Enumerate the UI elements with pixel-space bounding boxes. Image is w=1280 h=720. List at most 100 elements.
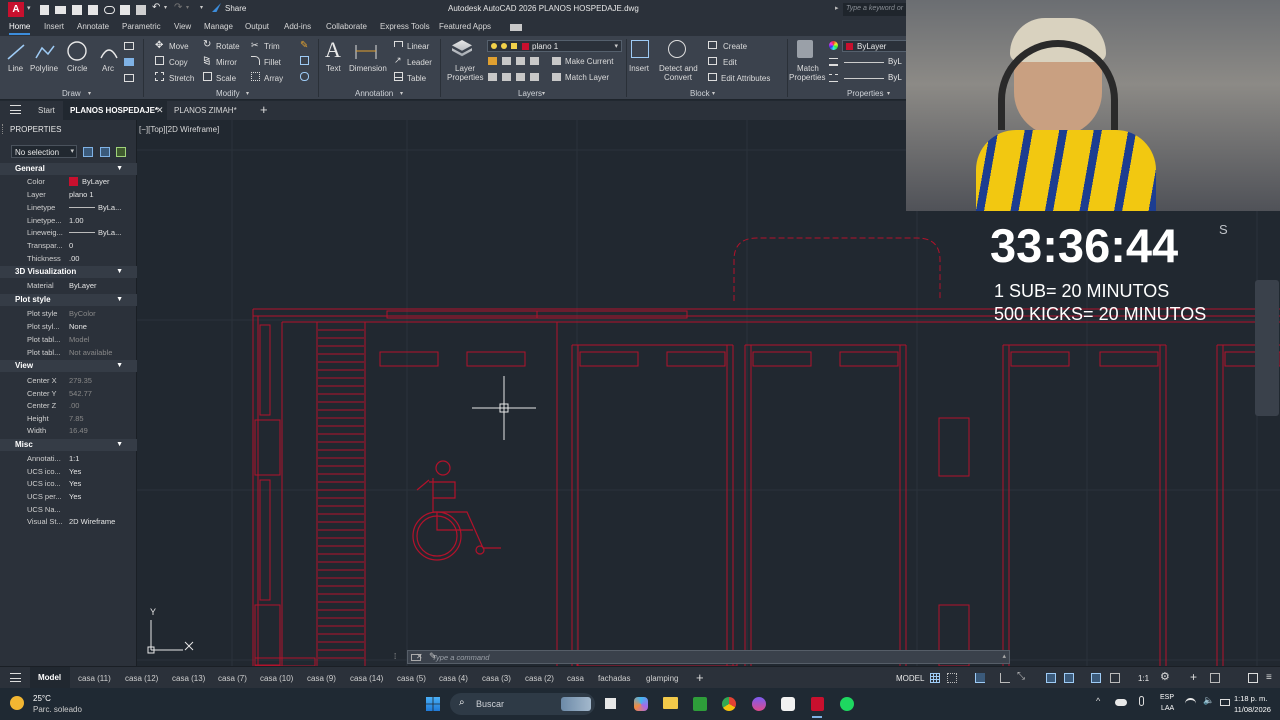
scale-icon[interactable] xyxy=(203,72,212,81)
selection-dropdown[interactable]: No selection ▾ xyxy=(11,145,77,158)
layout-tab-casa-14[interactable]: casa (14) xyxy=(350,674,383,683)
circle-icon[interactable] xyxy=(66,40,88,62)
annotation-autoscale-icon[interactable] xyxy=(1110,673,1120,683)
make-current-icon[interactable] xyxy=(552,57,561,65)
lineweight-dropdown[interactable]: ByL xyxy=(842,56,912,68)
match-layer-icon[interactable] xyxy=(552,73,561,81)
layer-tool-2-icon[interactable] xyxy=(502,57,511,65)
new-layout-plus-icon[interactable]: + xyxy=(696,670,704,685)
match-properties-button[interactable]: Match xyxy=(797,64,819,73)
print-preview-icon[interactable] xyxy=(136,5,146,15)
text-button[interactable]: Text xyxy=(326,64,341,73)
ortho-icon[interactable] xyxy=(1000,673,1010,683)
scale-button[interactable]: Scale xyxy=(216,74,236,83)
palette-grip-icon[interactable] xyxy=(2,124,5,134)
fillet-button[interactable]: Fillet xyxy=(264,58,281,67)
draw-expand-icon[interactable]: ▾ xyxy=(88,90,91,97)
grid-icon[interactable] xyxy=(930,673,940,683)
prop-annotation-scale-value[interactable]: 1:1 xyxy=(69,454,79,463)
polar-tracking-icon[interactable]: ⤡ xyxy=(1017,671,1025,682)
save-as-icon[interactable] xyxy=(88,5,98,15)
layout-tab-casa-5[interactable]: casa (5) xyxy=(397,674,426,683)
linear-icon[interactable] xyxy=(394,41,403,47)
layer-properties-button-line2[interactable]: Properties xyxy=(447,73,483,82)
menu-hamburger-icon[interactable] xyxy=(10,105,21,114)
prop-ucs-icon-on-value[interactable]: Yes xyxy=(69,467,81,476)
layout-tab-casa-12[interactable]: casa (12) xyxy=(125,674,158,683)
prop-linetype-value[interactable]: ByLa... xyxy=(98,203,121,212)
close-tab-icon[interactable]: ✕ xyxy=(156,105,164,116)
prop-color-value[interactable]: ByLayer xyxy=(82,177,110,186)
misc-section-header[interactable]: Misc ▼ xyxy=(0,439,137,451)
new-tab-plus-icon[interactable]: + xyxy=(260,102,268,117)
mirror-icon[interactable]: ⧎ xyxy=(203,55,211,66)
start-tab[interactable]: Start xyxy=(38,106,55,115)
copilot-icon[interactable] xyxy=(634,697,648,711)
model-space-button[interactable]: MODEL xyxy=(896,674,924,683)
properties-ribbon-title[interactable]: Properties xyxy=(847,89,883,98)
windows-start-icon[interactable] xyxy=(426,697,440,711)
array-icon[interactable] xyxy=(251,72,260,81)
fillet-icon[interactable] xyxy=(251,56,260,65)
general-section-header[interactable]: General ▼ xyxy=(0,163,137,175)
linetype-dropdown[interactable]: ByL xyxy=(842,72,912,84)
tray-overflow-icon[interactable]: ^ xyxy=(1096,696,1100,706)
clean-screen-icon[interactable] xyxy=(1248,673,1258,683)
language-indicator[interactable]: ESP xyxy=(1160,694,1174,701)
leader-button[interactable]: Leader xyxy=(407,58,432,67)
toggle-pickadd-icon[interactable] xyxy=(83,147,93,157)
insert-button[interactable]: Insert xyxy=(629,64,649,73)
autocad-logo[interactable]: A xyxy=(8,2,24,17)
dimension-button[interactable]: Dimension xyxy=(349,64,387,73)
copy-button[interactable]: Copy xyxy=(169,58,188,67)
print-icon[interactable] xyxy=(120,5,130,15)
save-icon[interactable] xyxy=(72,5,82,15)
detect-convert-icon[interactable] xyxy=(668,40,686,58)
stretch-icon[interactable] xyxy=(155,72,164,81)
collapse-view-icon[interactable]: ▼ xyxy=(116,360,123,372)
search-input[interactable]: Type a keyword or xyxy=(843,3,913,16)
view-section-header[interactable]: View ▼ xyxy=(0,360,137,372)
draw-panel-title[interactable]: Draw xyxy=(62,89,81,98)
prop-thickness-value[interactable]: .00 xyxy=(69,254,79,263)
command-line[interactable]: ⁞ Type a command ▴ xyxy=(394,650,1010,664)
gradient-icon[interactable] xyxy=(124,74,134,82)
line-button[interactable]: Line xyxy=(8,64,23,73)
customize-qat-icon[interactable]: ▾ xyxy=(200,4,203,11)
ribbon-toggle-icon[interactable] xyxy=(510,24,522,31)
xbox-icon[interactable] xyxy=(693,697,707,711)
layer-tool-5-icon[interactable] xyxy=(488,73,497,81)
arc-icon[interactable] xyxy=(99,42,119,62)
linear-button[interactable]: Linear xyxy=(407,42,429,51)
move-icon[interactable]: ✥ xyxy=(155,40,163,51)
layer-on-icon[interactable] xyxy=(491,43,497,49)
layer-tool-6-icon[interactable] xyxy=(502,73,511,81)
edit-block-icon[interactable] xyxy=(708,57,717,65)
annotation-panel-title[interactable]: Annotation xyxy=(355,89,393,98)
microphone-icon[interactable] xyxy=(1139,696,1144,706)
layout-tab-casa-13[interactable]: casa (13) xyxy=(172,674,205,683)
offset-icon[interactable] xyxy=(300,72,309,81)
navigation-bar[interactable] xyxy=(1255,280,1279,416)
snap-icon[interactable] xyxy=(947,673,957,683)
modify-panel-title[interactable]: Modify xyxy=(216,89,240,98)
capcut-icon[interactable] xyxy=(781,697,795,711)
wifi-icon[interactable] xyxy=(1185,698,1196,706)
table-button[interactable]: Table xyxy=(407,74,426,83)
rotate-icon[interactable]: ↻ xyxy=(203,39,211,50)
isolate-objects-icon[interactable] xyxy=(1210,673,1220,683)
tab-manage[interactable]: Manage xyxy=(204,22,233,31)
layout-tab-casa-10[interactable]: casa (10) xyxy=(260,674,293,683)
make-current-button[interactable]: Make Current xyxy=(565,57,613,66)
file-tab-active[interactable]: PLANOS HOSPEDAJE* ✕ xyxy=(63,101,167,120)
taskbar-search[interactable]: ⌕ Buscar xyxy=(450,693,595,715)
weather-icon[interactable] xyxy=(10,696,24,710)
quick-select-icon[interactable] xyxy=(116,147,126,157)
annotation-monitor-icon[interactable]: + xyxy=(1190,670,1197,684)
prop-linetype-scale-value[interactable]: 1.00 xyxy=(69,216,84,225)
copy-icon[interactable] xyxy=(155,56,164,65)
chrome-icon[interactable] xyxy=(722,697,736,711)
array-button[interactable]: Array xyxy=(264,74,283,83)
object-color-dropdown[interactable]: ByLayer xyxy=(842,40,912,52)
prop-lineweight-value[interactable]: ByLa... xyxy=(98,228,121,237)
